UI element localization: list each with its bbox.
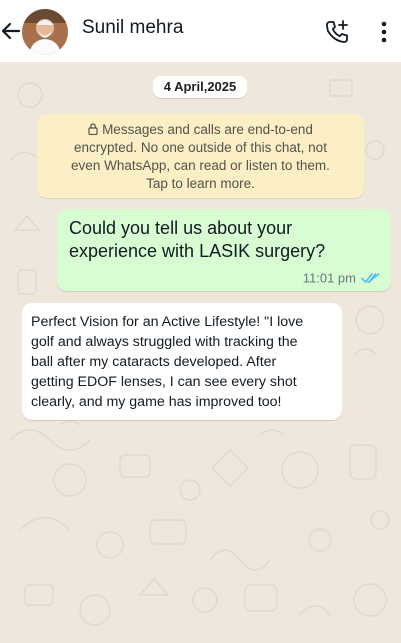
lock-icon <box>88 123 98 135</box>
arrow-left-icon[interactable] <box>0 19 24 43</box>
double-check-icon <box>361 272 380 283</box>
encryption-notice-line-3: even WhatsApp, can read or listen to the… <box>71 158 330 173</box>
incoming-message-line-4: getting EDOF lenses, I can see every sho… <box>31 374 297 390</box>
outgoing-message-line-2: experience with LASIK surgery? <box>69 241 326 261</box>
encryption-notice[interactable]: Messages and calls are end-to-end encryp… <box>37 114 364 198</box>
chat-header: Sunil mehra <box>0 0 401 62</box>
outgoing-message-line-1: Could you tell us about your <box>69 218 293 238</box>
add-call-icon[interactable] <box>323 18 351 46</box>
contact-name[interactable]: Sunil mehra <box>82 17 183 39</box>
encryption-text-1: Messages and calls are end-to-end <box>102 122 313 137</box>
date-chip: 4 April,2025 <box>153 76 247 98</box>
avatar[interactable] <box>22 9 68 55</box>
message-meta: 11:01 pm <box>303 269 381 285</box>
message-time: 11:01 pm <box>302 270 356 286</box>
encryption-notice-line-1: Messages and calls are end-to-end <box>37 122 364 137</box>
vertical-dots-icon[interactable] <box>376 20 392 44</box>
incoming-message-line-1: Perfect Vision for an Active Lifestyle! … <box>31 314 304 330</box>
encryption-notice-line-2: encrypted. No one outside of this chat, … <box>74 140 327 155</box>
incoming-message[interactable]: Perfect Vision for an Active Lifestyle! … <box>22 303 342 420</box>
incoming-message-line-2: golf and always struggled with tracking … <box>31 334 298 350</box>
outgoing-message[interactable]: Could you tell us about your experience … <box>57 209 391 291</box>
encryption-notice-line-4: Tap to learn more. <box>146 176 255 191</box>
incoming-message-line-3: ball after my cataracts developed. After <box>31 354 277 370</box>
incoming-message-line-5: clearly, and my game has improved too! <box>31 394 282 410</box>
